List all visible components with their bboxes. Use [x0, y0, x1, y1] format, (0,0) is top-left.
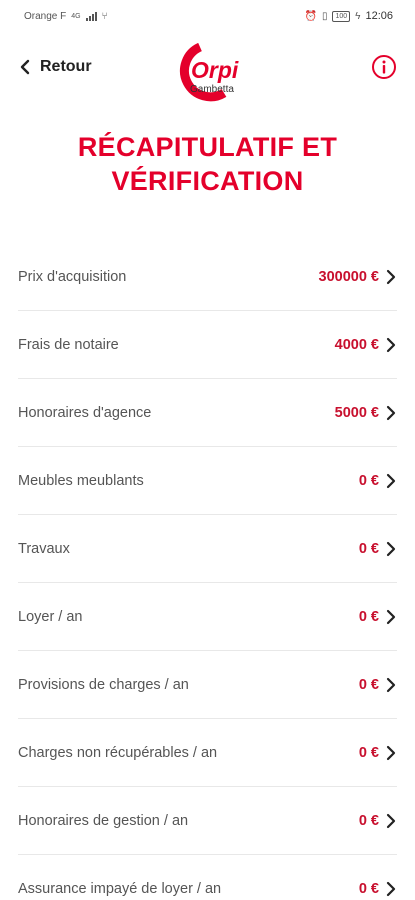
chevron-left-icon — [20, 59, 30, 75]
row-right: 300000 € — [319, 269, 397, 285]
chevron-right-icon — [386, 337, 396, 352]
row-right: 0 € — [359, 609, 397, 625]
row-provisions-charges[interactable]: Provisions de charges / an 0 € — [18, 651, 397, 719]
vibrate-icon: ▯ — [321, 10, 328, 22]
row-value: 0 € — [358, 608, 379, 625]
chevron-right-icon — [386, 541, 396, 556]
row-label: Meubles meublants — [18, 472, 144, 489]
row-frais-notaire[interactable]: Frais de notaire 4000 € — [18, 311, 397, 379]
page-title-line2: VÉRIFICATION — [111, 166, 304, 196]
row-prix-acquisition[interactable]: Prix d'acquisition 300000 € — [18, 243, 397, 311]
chevron-right-icon — [386, 745, 396, 760]
row-right: 0 € — [359, 677, 397, 693]
usb-icon: ⑂ — [101, 10, 108, 22]
network-type: 4G — [71, 12, 81, 20]
chevron-right-icon — [386, 881, 396, 897]
row-label: Charges non récupérables / an — [18, 744, 218, 761]
logo-subtitle: Gambetta — [190, 84, 234, 95]
row-right: 4000 € — [335, 337, 397, 353]
row-right: 0 € — [359, 473, 397, 489]
carrier-name: Orange F — [24, 10, 67, 22]
status-left: Orange F 4G ⑂ — [24, 11, 108, 22]
status-bar: Orange F 4G ⑂ ⏰ ▯ 100 ϟ 12:06 — [0, 0, 415, 32]
row-value: 0 € — [358, 472, 379, 489]
chevron-right-icon — [386, 405, 396, 420]
row-value: 4000 € — [334, 336, 379, 353]
row-label: Honoraires de gestion / an — [18, 812, 189, 829]
row-right: 0 € — [359, 541, 397, 557]
row-value: 0 € — [358, 744, 379, 761]
row-honoraires-agence[interactable]: Honoraires d'agence 5000 € — [18, 379, 397, 447]
row-right: 0 € — [359, 881, 397, 897]
status-right: ⏰ ▯ 100 ϟ 12:06 — [305, 10, 393, 22]
row-right: 5000 € — [335, 405, 397, 421]
app-header: Retour Orpi Gambetta — [0, 32, 415, 110]
row-label: Frais de notaire — [18, 336, 119, 353]
row-label: Assurance impayé de loyer / an — [18, 881, 222, 897]
battery-icon: 100 — [332, 10, 351, 22]
row-label: Loyer / an — [18, 608, 83, 625]
back-button[interactable]: Retour — [18, 58, 92, 76]
chevron-right-icon — [386, 269, 396, 284]
row-charges-non-recuperables[interactable]: Charges non récupérables / an 0 € — [18, 719, 397, 787]
row-honoraires-gestion[interactable]: Honoraires de gestion / an 0 € — [18, 787, 397, 855]
summary-list: Prix d'acquisition 300000 € Frais de not… — [0, 243, 415, 900]
alarm-icon: ⏰ — [304, 10, 317, 22]
chevron-right-icon — [386, 677, 396, 692]
chevron-right-icon — [386, 473, 396, 488]
row-value: 0 € — [358, 676, 379, 693]
row-loyer[interactable]: Loyer / an 0 € — [18, 583, 397, 651]
row-label: Travaux — [18, 540, 70, 557]
charging-icon: ϟ — [355, 10, 361, 22]
chevron-right-icon — [386, 813, 396, 828]
clock: 12:06 — [365, 10, 393, 22]
row-label: Honoraires d'agence — [18, 404, 152, 421]
signal-icon — [85, 11, 97, 21]
row-value: 300000 € — [318, 268, 379, 285]
row-label: Prix d'acquisition — [18, 268, 127, 285]
row-right: 0 € — [359, 745, 397, 761]
page-title-line1: RÉCAPITULATIF ET — [77, 132, 338, 162]
orpi-logo: Orpi Gambetta — [180, 43, 239, 102]
row-right: 0 € — [359, 813, 397, 829]
info-icon[interactable] — [371, 54, 397, 80]
row-travaux[interactable]: Travaux 0 € — [18, 515, 397, 583]
back-label: Retour — [40, 58, 92, 75]
row-value: 0 € — [358, 812, 379, 829]
row-meubles-meublants[interactable]: Meubles meublants 0 € — [18, 447, 397, 515]
row-value: 0 € — [358, 540, 379, 557]
row-assurance-impaye[interactable]: Assurance impayé de loyer / an 0 € — [18, 855, 397, 900]
row-value: 0 € — [358, 881, 379, 897]
logo-text: Orpi — [191, 57, 239, 83]
chevron-right-icon — [386, 609, 396, 624]
page-title: RÉCAPITULATIF ET VÉRIFICATION — [0, 130, 415, 198]
row-label: Provisions de charges / an — [18, 676, 189, 693]
row-value: 5000 € — [334, 404, 379, 421]
